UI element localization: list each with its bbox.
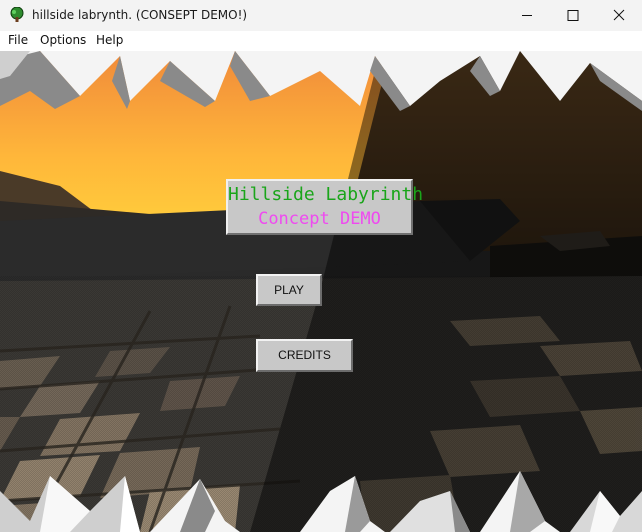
game-title: Hillside Labyrinth xyxy=(228,184,424,205)
menu-options[interactable]: Options xyxy=(40,33,86,47)
maximize-icon xyxy=(567,10,579,21)
minimize-icon xyxy=(522,15,532,16)
menu-file[interactable]: File xyxy=(8,33,28,47)
close-icon xyxy=(613,9,625,21)
game-subtitle: Concept DEMO xyxy=(258,209,381,229)
tree-icon xyxy=(10,7,24,22)
window-title: hillside labrynth. (CONSEPT DEMO!) xyxy=(32,8,248,22)
maximize-button[interactable] xyxy=(550,0,596,31)
game-viewport[interactable]: Hillside Labyrinth Concept DEMO PLAY CRE… xyxy=(0,51,642,532)
title-bar: hillside labrynth. (CONSEPT DEMO!) xyxy=(0,0,642,31)
close-button[interactable] xyxy=(596,0,642,31)
menu-bar: File Options Help xyxy=(0,31,642,51)
game-title-panel: Hillside Labyrinth Concept DEMO xyxy=(226,179,424,235)
minimize-button[interactable] xyxy=(504,0,550,31)
play-button[interactable]: PLAY xyxy=(256,274,322,306)
credits-button[interactable]: CREDITS xyxy=(256,339,353,372)
menu-help[interactable]: Help xyxy=(96,33,123,47)
